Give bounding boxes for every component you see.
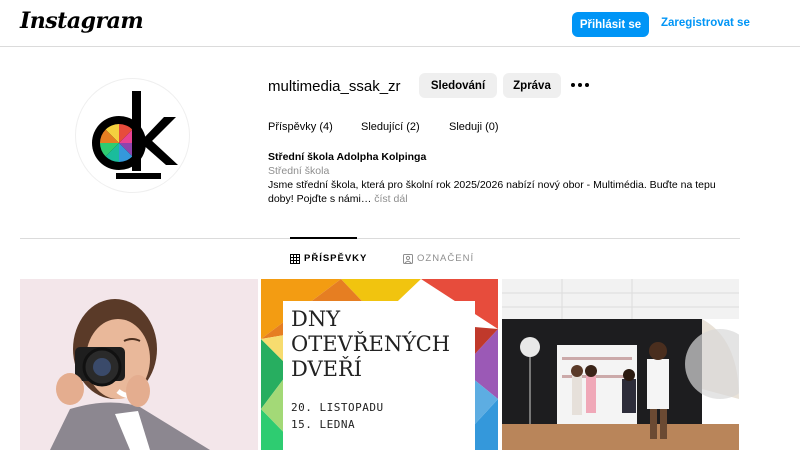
signup-link[interactable]: Zaregistrovat se xyxy=(661,17,750,29)
poster-card: DNY OTEVŘENÝCH DVEŘÍ 20. LISTOPADU 15. L… xyxy=(283,301,475,450)
poster-dates: 20. LISTOPADU 15. LEDNA xyxy=(291,399,384,433)
following-link[interactable]: Sleduji (0) xyxy=(449,121,499,133)
top-navigation: Instagram Přihlásit se Zaregistrovat se xyxy=(0,0,800,47)
bio-name: Střední škola Adolpha Kolpinga xyxy=(268,151,427,163)
bio-category: Střední škola xyxy=(268,165,330,177)
tab-posts[interactable]: PŘÍSPĚVKY xyxy=(290,253,367,264)
poster-title: DNY OTEVŘENÝCH DVEŘÍ xyxy=(291,307,450,382)
profile-username: multimedia_ssak_zr xyxy=(268,78,401,95)
poster-date: 20. LISTOPADU xyxy=(291,401,384,414)
grid-icon xyxy=(290,253,300,264)
tab-tagged-label: OZNAČENÍ xyxy=(417,253,475,264)
poster-title-line: DNY xyxy=(291,307,341,331)
studio-image xyxy=(502,279,739,450)
follow-button[interactable]: Sledování xyxy=(419,73,497,98)
tagged-user-icon xyxy=(403,253,413,264)
more-options-icon[interactable] xyxy=(571,78,589,92)
tab-tagged[interactable]: OZNAČENÍ xyxy=(403,253,474,264)
tabs-divider xyxy=(20,238,740,239)
post-thumbnail-studio[interactable] xyxy=(502,279,739,450)
post-thumbnail-photographer[interactable] xyxy=(20,279,258,450)
bio-text: Jsme střední škola, která pro školní rok… xyxy=(268,178,738,206)
active-tab-indicator xyxy=(290,237,357,239)
posts-count: Příspěvky (4) xyxy=(268,121,333,133)
post-thumbnail-open-days[interactable]: DNY OTEVŘENÝCH DVEŘÍ 20. LISTOPADU 15. L… xyxy=(261,279,498,450)
read-more-link[interactable]: číst dál xyxy=(374,193,407,205)
instagram-logo[interactable]: Instagram xyxy=(20,8,144,34)
tab-posts-label: PŘÍSPĚVKY xyxy=(304,253,368,264)
poster-title-line: OTEVŘENÝCH xyxy=(291,332,451,356)
message-button[interactable]: Zpráva xyxy=(503,73,561,98)
login-button[interactable]: Přihlásit se xyxy=(572,12,649,37)
photographer-image xyxy=(20,279,258,450)
profile-avatar[interactable] xyxy=(75,78,190,193)
poster-date: 15. LEDNA xyxy=(291,418,356,431)
bio-description: Jsme střední škola, která pro školní rok… xyxy=(268,179,716,205)
school-logo-icon xyxy=(92,91,178,179)
followers-link[interactable]: Sledující (2) xyxy=(361,121,420,133)
poster-title-line: DVEŘÍ xyxy=(291,357,363,381)
